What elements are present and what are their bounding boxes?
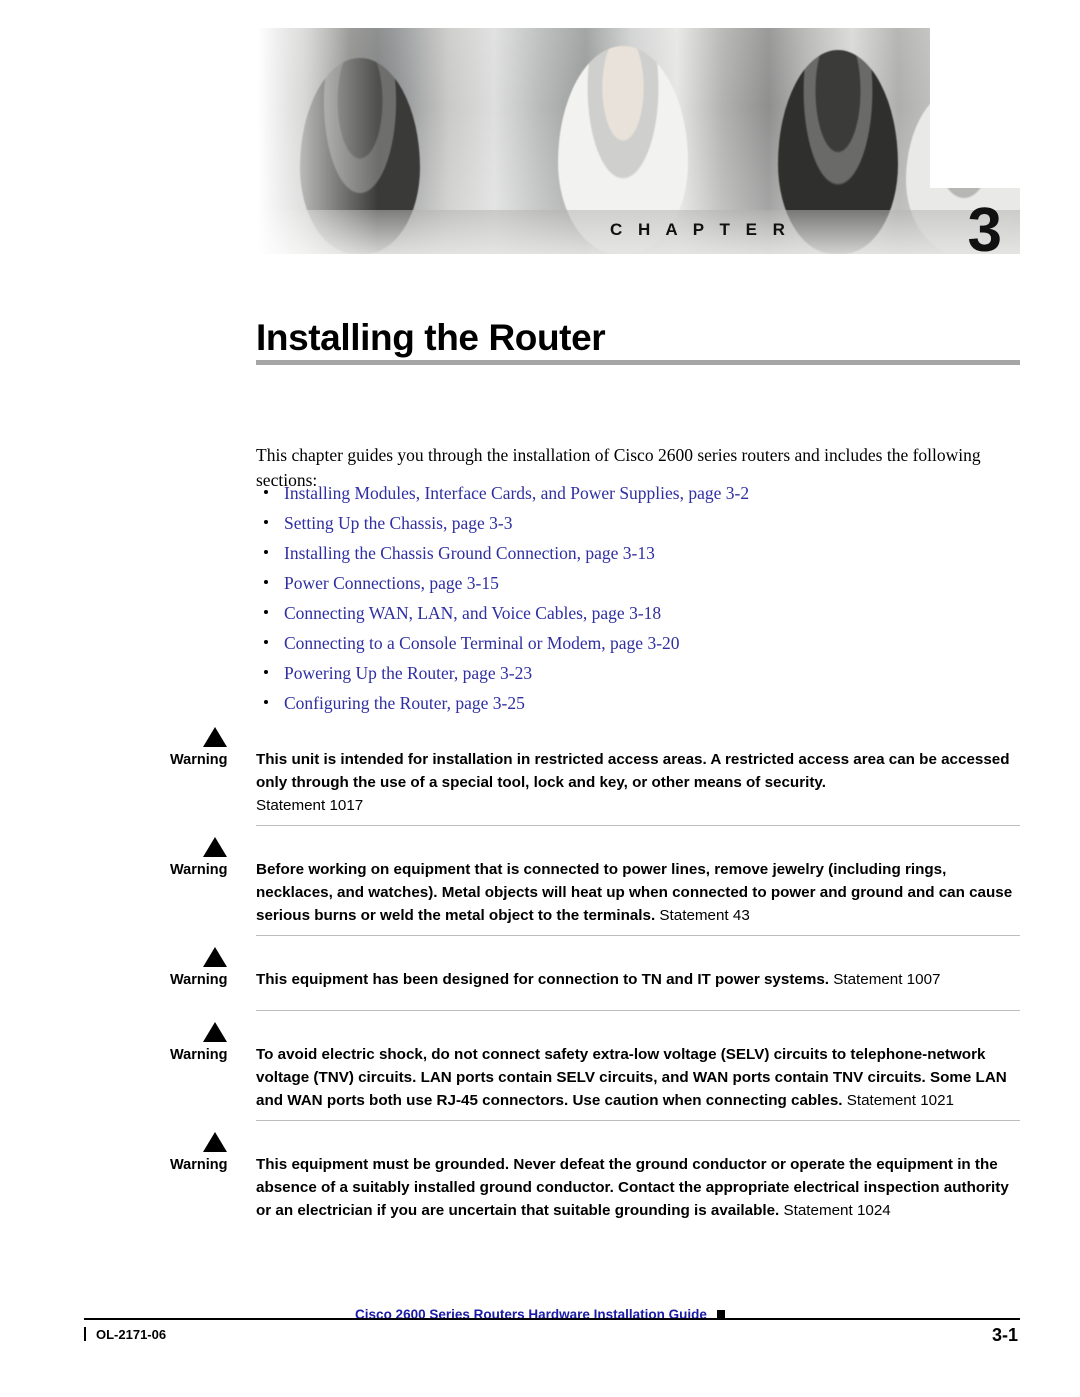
banner-left-fade [258, 28, 378, 254]
warning-block: Warning To avoid electric shock, do not … [150, 1021, 1020, 1131]
footer-page-number: 3-1 [991, 1325, 1018, 1345]
bullet-icon [264, 520, 268, 524]
bullet-icon [264, 700, 268, 704]
footer-doc-id-text: OL-2171-06 [96, 1327, 167, 1342]
warning-statement: Statement 43 [659, 907, 750, 924]
warning-text: This equipment has been designed for con… [256, 971, 829, 988]
footer-page-box [1028, 1318, 1080, 1352]
footer-bar-icon [84, 1327, 86, 1341]
bullet-icon [264, 490, 268, 494]
list-item[interactable]: Configuring the Router, page 3-25 [256, 688, 1022, 718]
warning-divider [256, 1010, 1020, 1011]
list-item[interactable]: Installing Modules, Interface Cards, and… [256, 478, 1022, 508]
warning-triangle-icon [202, 1131, 228, 1153]
warning-block: Warning Before working on equipment that… [150, 836, 1020, 946]
warning-text: This equipment must be grounded. Never d… [256, 1156, 1009, 1219]
bullet-icon [264, 550, 268, 554]
warning-label: Warning [170, 1157, 228, 1173]
list-item[interactable]: Powering Up the Router, page 3-23 [256, 658, 1022, 688]
warning-text: Before working on equipment that is conn… [256, 861, 1013, 924]
warning-statement: Statement 1021 [846, 1092, 954, 1109]
list-item[interactable]: Setting Up the Chassis, page 3-3 [256, 508, 1022, 538]
warning-block: Warning This equipment has been designed… [150, 946, 1020, 1021]
list-item[interactable]: Connecting to a Console Terminal or Mode… [256, 628, 1022, 658]
warning-block: Warning This equipment must be grounded.… [150, 1131, 1020, 1232]
list-item[interactable]: Installing the Chassis Ground Connection… [256, 538, 1022, 568]
bullet-icon [264, 670, 268, 674]
bullet-icon [264, 610, 268, 614]
warning-divider [256, 935, 1020, 936]
warning-statement: Statement 1024 [783, 1202, 891, 1219]
warning-triangle-icon [202, 946, 228, 968]
warning-body: This equipment has been designed for con… [256, 946, 1020, 1002]
footer-square-icon [716, 1310, 725, 1318]
warning-label: Warning [170, 972, 228, 988]
bullet-icon [264, 580, 268, 584]
warning-label: Warning [170, 1047, 228, 1063]
warning-list: Warning This unit is intended for instal… [150, 726, 1020, 1232]
list-item[interactable]: Connecting WAN, LAN, and Voice Cables, p… [256, 598, 1022, 628]
footer-doc-id: OL-2171-06 [84, 1327, 166, 1342]
list-item[interactable]: Power Connections, page 3-15 [256, 568, 1022, 598]
banner-corner-mask [930, 28, 1020, 188]
warning-label: Warning [170, 862, 228, 878]
warning-divider [256, 1120, 1020, 1121]
chapter-banner-image: C H A P T E R 3 [258, 28, 1020, 254]
chapter-word-label: C H A P T E R [610, 220, 791, 239]
page-title: Installing the Router [256, 316, 606, 358]
warning-label: Warning [170, 752, 228, 768]
warning-statement: Statement 1017 [256, 797, 364, 814]
section-link[interactable]: Setting Up the Chassis, page 3-3 [284, 513, 512, 533]
section-link-list: Installing Modules, Interface Cards, and… [256, 478, 1022, 718]
section-link[interactable]: Installing Modules, Interface Cards, and… [284, 483, 749, 503]
warning-triangle-icon [202, 1021, 228, 1043]
warning-triangle-icon [202, 726, 228, 748]
bullet-icon [264, 640, 268, 644]
warning-text: This unit is intended for installation i… [256, 751, 1010, 791]
warning-block: Warning This unit is intended for instal… [150, 726, 1020, 836]
warning-body: This equipment must be grounded. Never d… [256, 1131, 1020, 1222]
section-link[interactable]: Connecting to a Console Terminal or Mode… [284, 633, 680, 653]
footer-divider [84, 1318, 1020, 1320]
warning-statement: Statement 1007 [833, 971, 941, 988]
warning-body: To avoid electric shock, do not connect … [256, 1021, 1020, 1112]
section-link[interactable]: Configuring the Router, page 3-25 [284, 693, 525, 713]
section-link[interactable]: Connecting WAN, LAN, and Voice Cables, p… [284, 603, 661, 623]
title-divider [256, 360, 1020, 365]
warning-triangle-icon [202, 836, 228, 858]
section-link[interactable]: Installing the Chassis Ground Connection… [284, 543, 655, 563]
chapter-number: 3 [967, 196, 1002, 255]
warning-divider [256, 825, 1020, 826]
section-link[interactable]: Power Connections, page 3-15 [284, 573, 499, 593]
warning-body: This unit is intended for installation i… [256, 726, 1020, 817]
warning-body: Before working on equipment that is conn… [256, 836, 1020, 927]
section-link[interactable]: Powering Up the Router, page 3-23 [284, 663, 532, 683]
